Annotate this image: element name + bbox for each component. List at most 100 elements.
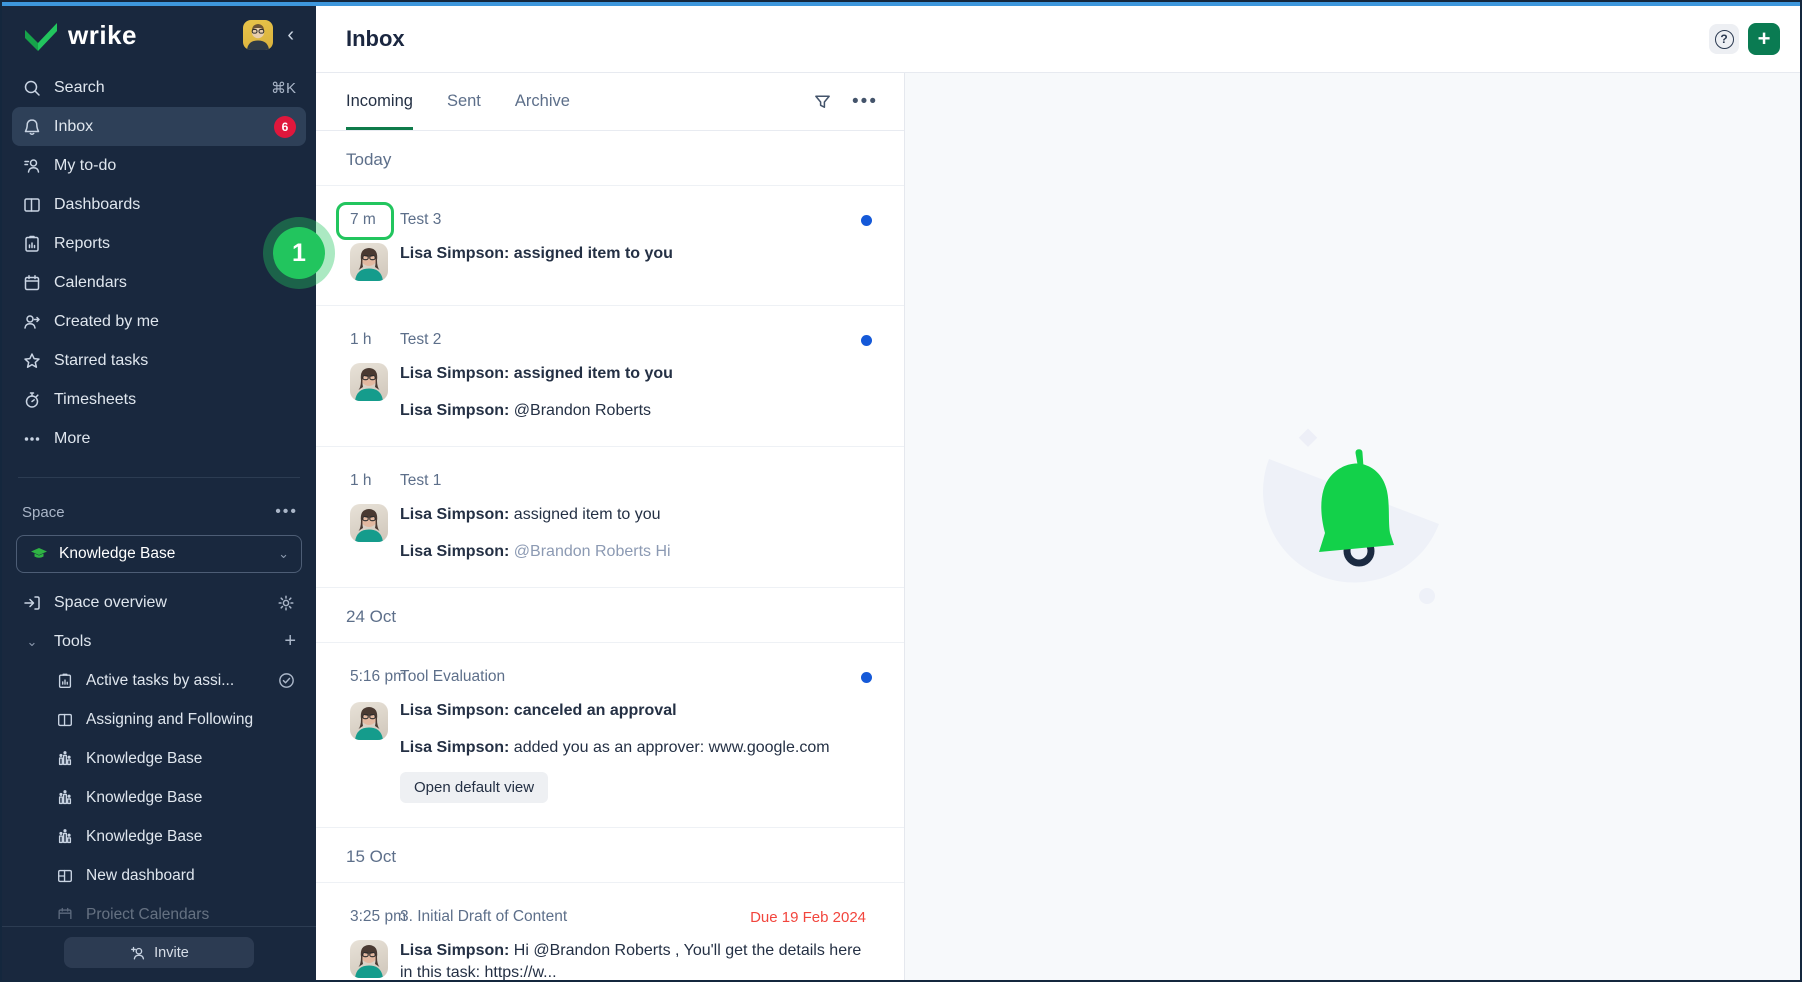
sidebar-item-calendars[interactable]: Calendars [12,263,306,302]
avatar-lisa-simpson [350,940,388,978]
sidebar-item-label: Project Calendars [86,906,296,920]
calendar-icon [22,273,42,293]
sidebar-item-label: More [54,430,296,448]
sidebar-item-timesheets[interactable]: Timesheets [12,380,306,419]
search-shortcut: ⌘K [271,79,296,97]
wrike-logo-icon [22,18,60,52]
notification-item-tool-evaluation[interactable]: 5:16 pm Tool Evaluation Lisa Simp [316,643,904,828]
notification-time: 5:16 pm [350,666,400,688]
unread-indicator[interactable] [861,335,872,346]
main-area: Inbox ? + Incoming Sent Archive [316,6,1800,980]
add-tool-icon[interactable]: + [284,630,296,653]
tab-archive[interactable]: Archive [515,73,570,130]
bar-chart-icon [56,750,74,768]
tab-sent[interactable]: Sent [447,73,481,130]
tab-incoming[interactable]: Incoming [346,73,413,130]
space-selector[interactable]: Knowledge Base ⌄ [16,535,302,573]
sidebar-collapse-icon[interactable]: ‹ [281,22,300,49]
sidebar-item-more[interactable]: More [12,419,306,458]
space-menu-icon[interactable]: ••• [275,503,298,521]
sidebar-item-space-overview[interactable]: Space overview [12,583,306,622]
sidebar-item-label: Dashboards [54,196,296,214]
avatar-lisa-simpson [350,504,388,542]
person-list-icon [22,156,42,176]
space-overview-icon [22,593,42,613]
check-circle-icon [277,671,296,690]
sidebar-item-inbox[interactable]: Inbox 6 [12,107,306,146]
person-arrow-icon [22,312,42,332]
sidebar-item-label: Assigning and Following [86,711,296,729]
sidebar-item-knowledge-base-1[interactable]: Knowledge Base [12,739,306,778]
bell-icon [22,117,42,137]
invite-button[interactable]: Invite [64,937,254,968]
unread-indicator[interactable] [861,215,872,226]
open-default-view-button[interactable]: Open default view [400,772,548,803]
notification-message: Lisa Simpson: added you as an approver: … [400,737,872,759]
sidebar-item-label: New dashboard [86,867,296,885]
ellipsis-icon [22,429,42,449]
sidebar-item-label: Inbox [54,118,262,136]
notification-item-initial-draft[interactable]: 3:25 pm 3. Initial Draft of Content Due … [316,883,904,980]
sidebar-item-knowledge-base-2[interactable]: Knowledge Base [12,778,306,817]
sidebar-item-starred-tasks[interactable]: Starred tasks [12,341,306,380]
sidebar-section-tools[interactable]: ⌄ Tools + [12,622,306,661]
section-header-24-oct: 24 Oct [316,588,904,643]
sidebar-item-label: Reports [54,235,296,253]
gear-icon[interactable] [276,593,296,613]
sidebar-item-assigning-following[interactable]: Assigning and Following [12,700,306,739]
notification-title: Test 1 [400,472,872,490]
dashboard-icon [22,195,42,215]
sidebar-item-label: Starred tasks [54,352,296,370]
filter-button[interactable] [813,92,832,111]
notification-item-test-1[interactable]: 1 h Test 1 Lisa Simpson: assigned item t… [316,447,904,588]
create-new-button[interactable]: + [1748,23,1780,55]
notification-bell-illustration [1262,421,1502,641]
sidebar-item-new-dashboard[interactable]: New dashboard [12,856,306,895]
stopwatch-icon [22,390,42,410]
list-options-button[interactable]: ••• [852,91,878,113]
chevron-down-icon: ⌄ [278,546,289,562]
sidebar-item-label: Space overview [54,594,264,612]
sidebar-item-knowledge-base-3[interactable]: Knowledge Base [12,817,306,856]
question-icon: ? [1715,30,1734,49]
sidebar-item-label: Active tasks by assi... [86,672,265,690]
notification-message: Lisa Simpson: assigned item to you [400,363,872,385]
help-button[interactable]: ? [1709,24,1739,54]
notification-time: 7 m [350,209,400,231]
sidebar-item-search[interactable]: Search ⌘K [12,68,306,107]
notification-title: Tool Evaluation [400,668,861,686]
sidebar-item-active-tasks[interactable]: Active tasks by assi... [12,661,306,700]
tab-label: Sent [447,92,481,111]
sidebar-item-reports[interactable]: Reports [12,224,306,263]
space-selector-label: Knowledge Base [59,545,268,563]
sidebar-item-dashboards[interactable]: Dashboards [12,185,306,224]
sidebar-item-label: My to-do [54,157,296,175]
inbox-tabs: Incoming Sent Archive ••• [316,73,904,131]
unread-indicator[interactable] [861,672,872,683]
tools-label: Tools [54,633,272,651]
sidebar-item-label: Knowledge Base [86,828,296,846]
plus-icon: + [1758,28,1771,50]
section-header-today: Today [316,131,904,186]
notification-item-test-3[interactable]: 7 m Test 3 Lisa Simpson: assigned [316,186,904,306]
notification-list[interactable]: Today 7 m Test 3 [316,131,904,980]
layout-icon [56,867,74,885]
filter-icon [813,92,832,111]
sidebar-item-label: Knowledge Base [86,750,296,768]
calendar-icon [56,906,74,920]
invite-person-icon [129,944,147,962]
sidebar-item-created-by-me[interactable]: Created by me [12,302,306,341]
wrike-logo[interactable]: wrike [22,18,235,52]
sidebar-item-label: Timesheets [54,391,296,409]
notification-message: Lisa Simpson: assigned item to you [400,243,872,265]
wrike-logo-text: wrike [68,20,137,51]
section-header-15-oct: 15 Oct [316,828,904,883]
tab-label: Incoming [346,92,413,111]
notification-title: Test 2 [400,331,861,349]
sidebar-item-my-todo[interactable]: My to-do [12,146,306,185]
notification-title: 3. Initial Draft of Content [400,908,750,926]
notification-item-test-2[interactable]: 1 h Test 2 Lisa Simpson: assigned [316,306,904,447]
user-avatar[interactable] [243,20,273,50]
notification-message: Lisa Simpson: @Brandon Roberts [400,400,872,422]
sidebar-item-project-calendars[interactable]: Project Calendars [12,895,306,919]
